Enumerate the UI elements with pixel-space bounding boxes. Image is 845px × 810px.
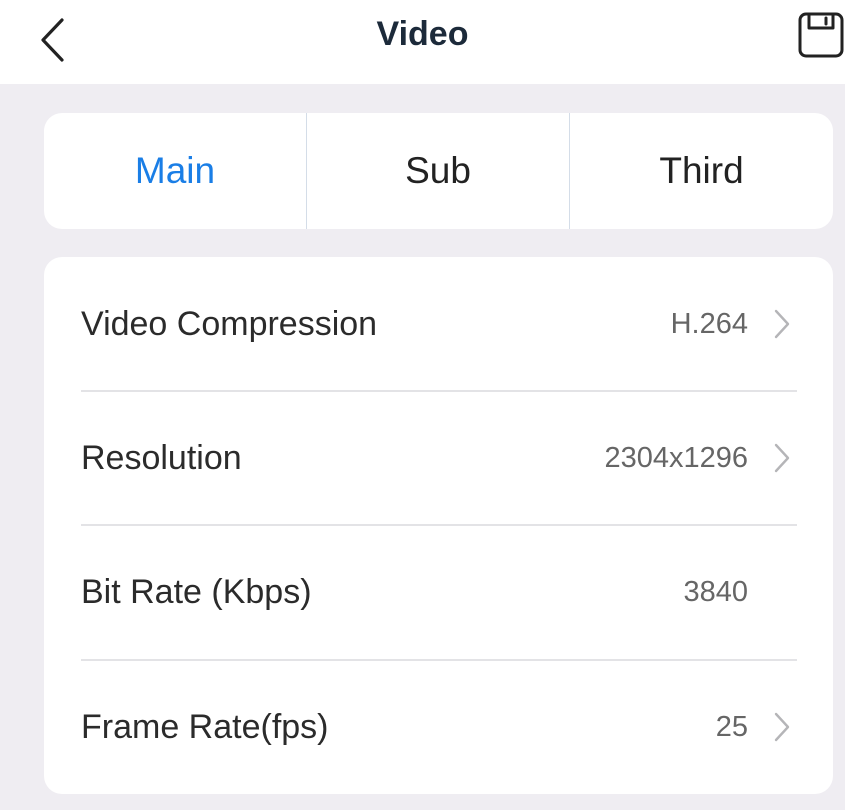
setting-row-bit-rate[interactable]: Bit Rate (Kbps) 3840 [44,525,833,659]
setting-row-resolution[interactable]: Resolution 2304x1296 [44,391,833,525]
chevron-right-icon [774,712,790,742]
tab-main[interactable]: Main [44,113,306,229]
setting-row-frame-rate[interactable]: Frame Rate(fps) 25 [44,660,833,794]
setting-value: 2304x1296 [604,442,748,474]
stream-tabs: Main Sub Third [44,113,833,229]
save-button[interactable] [797,8,845,62]
setting-value: 3840 [683,576,748,608]
setting-label: Frame Rate(fps) [81,708,329,746]
setting-label: Resolution [81,439,242,477]
save-icon [798,12,844,58]
top-bar: Video [0,0,845,84]
page-title: Video [376,15,469,53]
chevron-right-icon [774,309,790,339]
setting-value: H.264 [670,308,748,340]
video-settings-list: Video Compression H.264 Resolution 2304x… [44,257,833,794]
setting-value: 25 [715,711,748,743]
setting-label: Bit Rate (Kbps) [81,573,312,611]
tab-sub[interactable]: Sub [306,113,569,229]
setting-label: Video Compression [81,305,378,343]
setting-row-video-compression[interactable]: Video Compression H.264 [44,257,833,391]
tab-third[interactable]: Third [569,113,833,229]
content-area: Main Sub Third Video Compression H.264 R… [0,84,845,810]
chevron-right-icon [774,443,790,473]
